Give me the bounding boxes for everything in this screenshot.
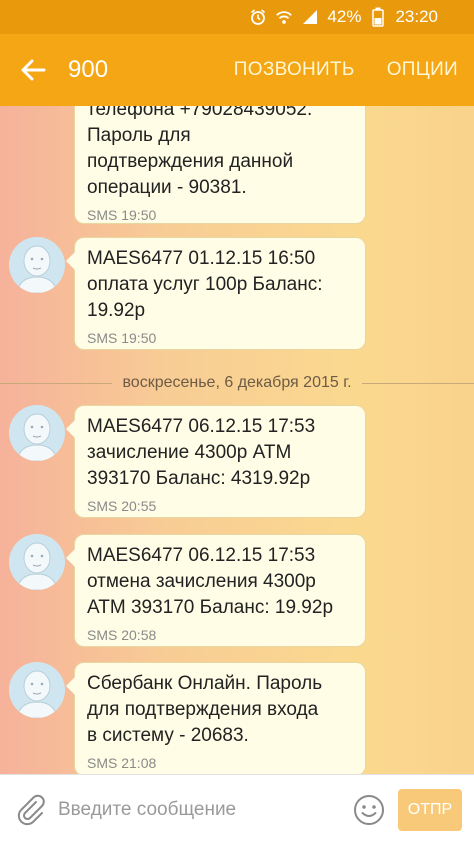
message-text: MAES6477 06.12.15 17:53 отмена зачислени… bbox=[87, 545, 334, 618]
paperclip-icon bbox=[17, 794, 45, 826]
wifi-icon bbox=[275, 8, 293, 26]
battery-percent: 42% bbox=[327, 7, 362, 26]
send-button[interactable]: ОТПР bbox=[398, 789, 462, 831]
smiley-icon bbox=[354, 795, 384, 825]
message-bubble[interactable]: MAES6477 06.12.15 17:53 зачисление 4300р… bbox=[66, 405, 366, 518]
back-arrow-icon bbox=[21, 59, 46, 81]
status-time: 23:20 bbox=[395, 7, 438, 26]
contact-avatar-icon[interactable] bbox=[9, 405, 65, 461]
message-time: SMS 21:08 bbox=[87, 755, 157, 771]
call-button[interactable]: ПОЗВОНИТЬ bbox=[234, 59, 355, 81]
contact-avatar-icon[interactable] bbox=[9, 237, 65, 293]
alarm-icon bbox=[249, 8, 267, 26]
message-bubble[interactable]: Сбербанк Онлайн. Пароль для подтверждени… bbox=[66, 662, 366, 774]
app-bar: 900 ПОЗВОНИТЬ ОПЦИИ bbox=[0, 34, 474, 106]
message-composer: ОТПР bbox=[0, 774, 474, 843]
options-button[interactable]: ОПЦИИ bbox=[387, 59, 458, 81]
signal-icon bbox=[301, 8, 319, 26]
message-text: телефона +79028439052. Пароль для подтве… bbox=[87, 106, 313, 198]
attach-button[interactable] bbox=[14, 793, 48, 827]
date-separator-label: воскресенье, 6 декабря 2015 г. bbox=[122, 374, 352, 391]
contact-avatar-icon[interactable] bbox=[9, 534, 65, 590]
status-bar: 42% 23:20 bbox=[0, 0, 474, 34]
back-button[interactable] bbox=[8, 45, 58, 95]
bubble-tail bbox=[66, 420, 75, 438]
bubble-tail bbox=[66, 549, 75, 567]
conversation-title: 900 bbox=[68, 56, 109, 83]
divider bbox=[0, 382, 113, 384]
bubble-tail bbox=[66, 252, 75, 270]
message-text: MAES6477 06.12.15 17:53 зачисление 4300р… bbox=[87, 416, 316, 489]
message-bubble[interactable]: MAES6477 01.12.15 16:50 оплата услуг 100… bbox=[66, 237, 366, 350]
message-time: SMS 20:58 bbox=[87, 627, 157, 643]
contact-avatar-icon[interactable] bbox=[9, 662, 65, 718]
message-time: SMS 20:55 bbox=[87, 498, 157, 514]
message-text: MAES6477 01.12.15 16:50 оплата услуг 100… bbox=[87, 248, 323, 321]
message-text: Сбербанк Онлайн. Пароль для подтверждени… bbox=[87, 673, 323, 746]
message-input[interactable] bbox=[56, 795, 344, 825]
date-separator: воскресенье, 6 декабря 2015 г. bbox=[0, 372, 474, 394]
emoji-button[interactable] bbox=[352, 793, 386, 827]
divider bbox=[361, 382, 474, 384]
message-thread[interactable]: телефона +79028439052. Пароль для подтве… bbox=[0, 106, 474, 774]
battery-icon bbox=[369, 7, 387, 27]
message-bubble[interactable]: телефона +79028439052. Пароль для подтве… bbox=[74, 106, 366, 224]
bubble-tail bbox=[66, 677, 75, 695]
message-time: SMS 19:50 bbox=[87, 330, 157, 346]
message-time: SMS 19:50 bbox=[87, 207, 157, 223]
message-bubble[interactable]: MAES6477 06.12.15 17:53 отмена зачислени… bbox=[66, 534, 366, 647]
